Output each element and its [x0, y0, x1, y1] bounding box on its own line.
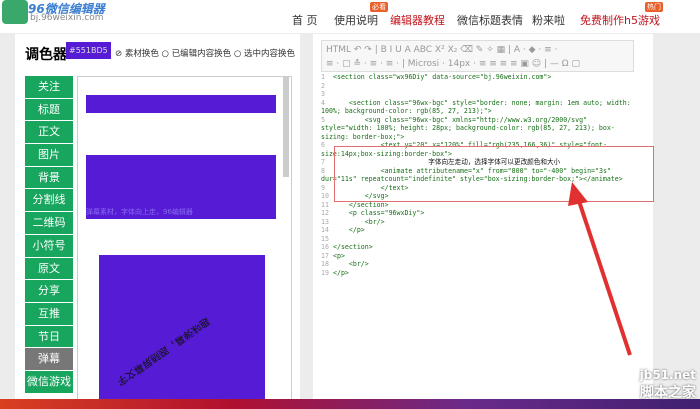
- menu-item[interactable]: 背景: [25, 166, 73, 189]
- line-number: 9: [321, 183, 325, 192]
- code-text: </p>: [333, 226, 365, 234]
- nav-fans[interactable]: 粉来啦: [532, 12, 565, 28]
- editor-toolbar[interactable]: HTML ↶ ↷ | B I U A ABC X² X₂ ⌫ ✎ ✧ ▦ | A…: [321, 40, 634, 72]
- code-text: <section class="96wx-bgc" style="border:…: [321, 98, 635, 116]
- nav-emoji[interactable]: 微信标题表情: [457, 12, 523, 28]
- color-picker-title: 调色器: [25, 47, 67, 63]
- menu-item[interactable]: 节日: [25, 325, 73, 348]
- radio-material[interactable]: ⊘ 素材换色: [115, 49, 159, 59]
- code-line: 1 <section class="wx96Diy" data-source="b…: [321, 73, 634, 82]
- color-panel: 调色器 #551BD5 ⊘ 素材换色 ○ 已编辑内容换色 ○ 选中内容换色 关注…: [15, 34, 300, 409]
- material-text: 弹幕素材，字体向上走，96编辑器: [86, 208, 193, 216]
- radio-label: 选中内容换色: [244, 49, 296, 59]
- menu-item[interactable]: 关注: [25, 76, 73, 98]
- watermark: jb51.net 脚本之家: [640, 368, 696, 402]
- arrow-icon: [568, 182, 632, 356]
- code-text: <br/>: [333, 260, 369, 268]
- line-number: 8: [321, 166, 325, 175]
- line-number: 3: [321, 90, 325, 98]
- rotated-text: 趣味弹幕，跟随屏幕文字: [114, 314, 212, 387]
- logo-url: bj.96weixin.com: [30, 13, 104, 23]
- material-block[interactable]: [86, 95, 276, 113]
- toolbar-row[interactable]: HTML ↶ ↷ | B I U A ABC X² X₂ ⌫ ✎ ✧ ▦ | A…: [326, 43, 629, 57]
- line-number: 4: [321, 98, 325, 107]
- menu-item[interactable]: 图片: [25, 144, 73, 166]
- line-number: 12: [321, 209, 329, 217]
- line-number: 10: [321, 192, 329, 200]
- logo-icon: [2, 0, 28, 24]
- line-number: 16: [321, 243, 329, 251]
- code-text: <svg class="96wx-bgc" xmlns="http://www.…: [321, 115, 615, 141]
- code-line: 4 <section class="96wx-bgc" style="borde…: [321, 99, 634, 116]
- nav-tutorial[interactable]: 编辑器教程: [390, 12, 445, 28]
- line-number: 13: [321, 217, 329, 226]
- code-text: <p class="96wxDiy">: [333, 209, 425, 217]
- footer-bar: [0, 399, 700, 409]
- code-text: </p>: [333, 268, 349, 277]
- watermark-text: 脚本之家: [640, 385, 696, 401]
- radio-label: 素材换色: [124, 49, 159, 59]
- nav-h5-games[interactable]: 免费制作h5游戏: [580, 12, 660, 28]
- code-line: 3: [321, 90, 634, 99]
- radio-edited[interactable]: ○ 已编辑内容换色: [162, 49, 232, 59]
- line-number: 18: [321, 260, 329, 268]
- menu-item[interactable]: 小符号: [25, 234, 73, 257]
- line-number: 6: [321, 141, 325, 149]
- menu-item[interactable]: 标题: [25, 98, 73, 121]
- material-block[interactable]: 弹幕素材，字体向上走，96编辑器: [86, 155, 276, 219]
- menu-item[interactable]: 分割线: [25, 189, 73, 212]
- recolor-options: ⊘ 素材换色 ○ 已编辑内容换色 ○ 选中内容换色: [115, 47, 295, 59]
- code-line: 5 <svg class="96wx-bgc" xmlns="http://ww…: [321, 116, 634, 142]
- line-number: 11: [321, 200, 329, 209]
- code-text: <section class="wx96Diy" data-source="bj…: [333, 73, 552, 81]
- badge-hot: 热门: [645, 2, 663, 12]
- line-number: 19: [321, 268, 329, 277]
- menu-item[interactable]: 原文: [25, 257, 73, 280]
- material-block[interactable]: 趣味弹幕，跟随屏幕文字: [99, 255, 265, 408]
- menu-item[interactable]: 微信游戏: [25, 370, 73, 393]
- code-line: 2: [321, 82, 634, 91]
- watermark-text: jb51.net: [639, 368, 696, 382]
- menu-item[interactable]: 互推: [25, 302, 73, 325]
- radio-label: 已编辑内容换色: [171, 49, 232, 59]
- badge-must-see: 必看: [370, 2, 388, 12]
- menu-item[interactable]: 分享: [25, 280, 73, 302]
- nav-usage[interactable]: 使用说明: [334, 12, 378, 28]
- line-number: 1: [321, 73, 325, 81]
- line-number: 14: [321, 226, 329, 234]
- line-number: 7: [321, 158, 325, 166]
- line-number: 2: [321, 81, 325, 90]
- toolbar-row[interactable]: ≡ · ▢ ≛ · ≡ · ≡ · | Microsi · 14px · ≡ ≡…: [326, 57, 629, 71]
- line-number: 15: [321, 234, 329, 243]
- menu-item[interactable]: 正文: [25, 121, 73, 144]
- nav-home[interactable]: 首 页: [292, 12, 318, 28]
- code-text: <br/>: [333, 217, 385, 226]
- material-preview: 弹幕素材，字体向上走，96编辑器 趣味弹幕，跟随屏幕文字: [77, 76, 292, 409]
- line-number: 5: [321, 115, 325, 124]
- menu-item-active[interactable]: 弹幕: [25, 348, 73, 370]
- menu-item[interactable]: 二维码: [25, 212, 73, 234]
- code-text: <p>: [333, 251, 345, 260]
- category-menu: 关注 标题 正文 图片 背景 分割线 二维码 小符号 原文 分享 互推 节日 弹…: [25, 76, 73, 394]
- radio-selected[interactable]: ○ 选中内容换色: [234, 49, 295, 59]
- line-number: 17: [321, 251, 329, 260]
- code-text: </section>: [333, 243, 373, 251]
- color-swatch[interactable]: #551BD5: [66, 42, 111, 59]
- scrollbar[interactable]: [283, 77, 289, 177]
- header: 96微信编辑器 bj.96weixin.com 首 页 使用说明 必看 编辑器教…: [0, 0, 700, 33]
